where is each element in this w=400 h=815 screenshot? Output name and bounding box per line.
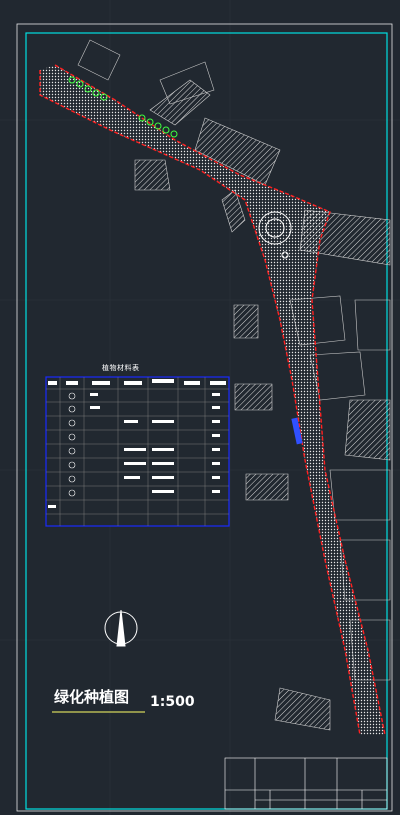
plant-table-title: 植物材料表 [102,364,140,372]
drawing-scale: 1:500 [150,694,195,710]
title-block [224,757,388,810]
plant-table [45,376,230,527]
drawing-title: 绿化种植图 [54,688,130,706]
